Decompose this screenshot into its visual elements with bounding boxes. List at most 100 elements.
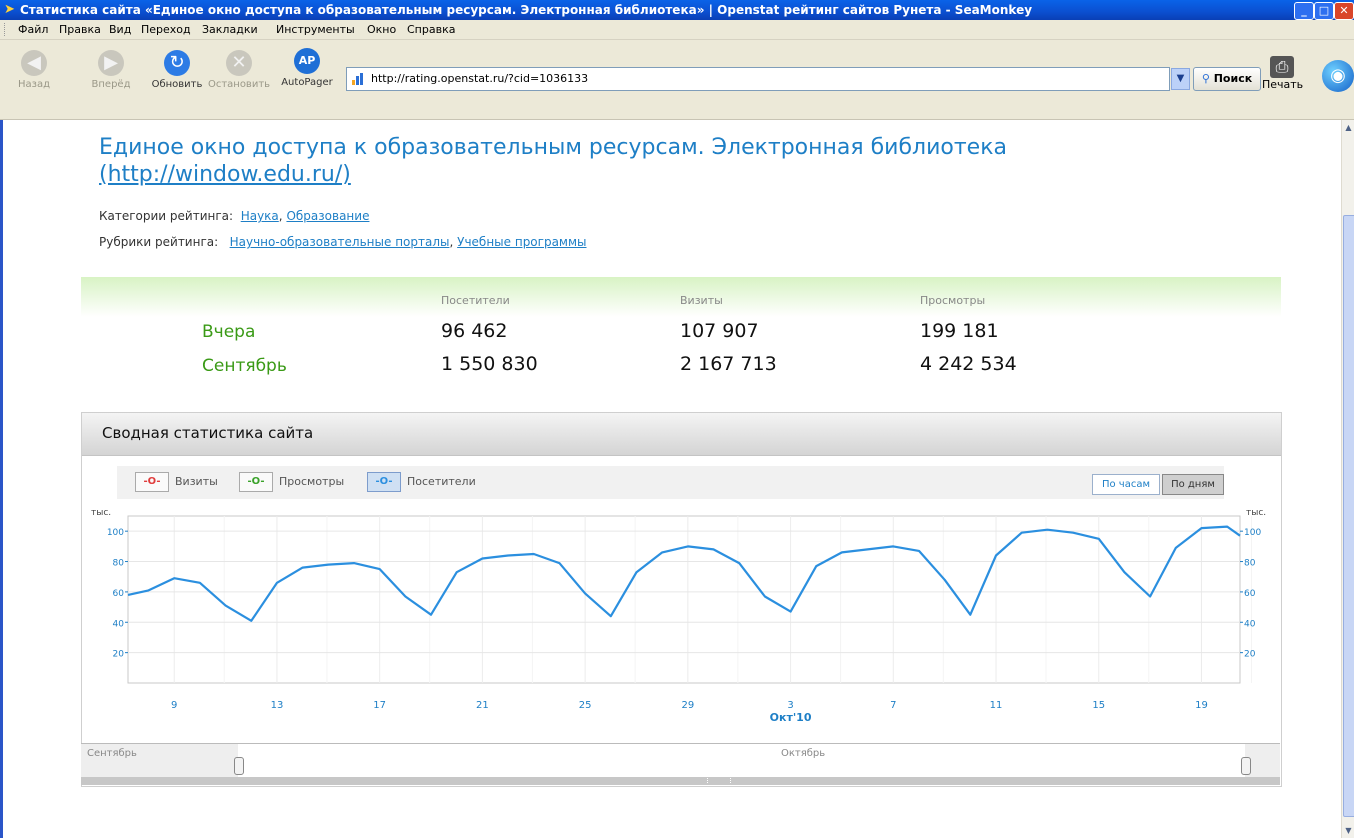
visitors-series-icon: -O- [367,472,401,492]
y-tick-label-right: 20 [1244,650,1256,660]
y-tick-label-right: 80 [1244,559,1256,569]
summary-panel-title: Сводная статистика сайта [102,424,314,442]
x-tick-label: 17 [373,700,386,711]
stats-header-visitors: Посетители [441,294,510,307]
url-bar[interactable]: http://rating.openstat.ru/?cid=1036133 [346,67,1170,91]
x-tick-label: 15 [1092,700,1105,711]
by-days-button[interactable]: По дням [1162,474,1224,495]
scrubber-left-handle[interactable] [234,757,244,775]
seamonkey-icon: ➤ [4,2,15,17]
date-range-scrubber: Сентябрь Октябрь [81,743,1280,785]
y-tick-label-left: 20 [113,650,125,660]
search-button[interactable]: ⚲ Поиск [1193,67,1261,91]
y-unit-label-right: тыс. [1246,508,1266,518]
stats-yesterday-visitors: 96 462 [441,320,508,342]
legend-visitors[interactable]: -O- Посетители [367,472,476,492]
scrubber-month-october: Октябрь [781,748,826,759]
x-tick-label: 25 [579,700,592,711]
rubric-link-portals[interactable]: Научно-образовательные порталы [230,235,450,249]
close-button[interactable]: ✕ [1334,2,1354,20]
maximize-button[interactable]: □ [1314,2,1334,20]
stats-yesterday-views: 199 181 [920,320,999,342]
y-tick-label-left: 100 [107,528,124,538]
menu-window[interactable]: Окно [367,20,396,39]
autopager-icon: AP [294,48,320,74]
url-text: http://rating.openstat.ru/?cid=1036133 [371,72,589,85]
rating-rubrics: Рубрики рейтинга: Научно-образовательные… [99,235,587,249]
y-tick-label-left: 80 [113,559,125,569]
y-tick-label-right: 60 [1244,589,1256,599]
legend-visits[interactable]: -O- Визиты [135,472,218,492]
x-tick-label: 3 [787,700,793,711]
site-favicon [352,73,366,85]
x-tick-label: 7 [890,700,896,711]
stats-september-visitors: 1 550 830 [441,353,538,375]
menu-view[interactable]: Вид [109,20,131,39]
page-content: Единое окно доступа к образовательным ре… [3,120,1341,838]
visits-series-icon: -O- [135,472,169,492]
scrubber-scrollbar[interactable] [81,777,1280,785]
category-link-education[interactable]: Образование [286,209,369,223]
back-arrow-icon: ◀ [21,50,47,76]
window-title: Статистика сайта «Единое окно доступа к … [20,3,1033,17]
reload-icon: ↻ [164,50,190,76]
menu-help[interactable]: Справка [407,20,455,39]
stop-button[interactable]: ✕ Остановить [206,50,272,90]
scroll-down-icon[interactable]: ▼ [1343,825,1354,836]
page-scrollbar[interactable]: ▲ ▼ [1341,120,1354,838]
scrubber-selection[interactable] [238,743,1245,777]
plot-area [127,515,1241,684]
menu-edit[interactable]: Правка [59,20,101,39]
x-tick-label: 21 [476,700,489,711]
print-button[interactable]: ⎙ Печать [1262,56,1303,96]
stats-label-yesterday: Вчера [202,322,256,342]
y-tick-label-right: 100 [1244,528,1261,538]
y-tick-label-left: 60 [113,589,125,599]
url-dropdown-button[interactable]: ▼ [1171,68,1190,90]
menu-file[interactable]: Файл [18,20,48,39]
back-button[interactable]: ◀ Назад [10,50,58,90]
stats-header-visits: Визиты [680,294,723,307]
stats-september-visits: 2 167 713 [680,353,777,375]
rating-categories: Категории рейтинга: Наука, Образование [99,209,370,223]
menu-bookmarks[interactable]: Закладки [202,20,258,39]
x-tick-label: 29 [681,700,694,711]
autopager-button[interactable]: AP AutoPager [278,48,336,88]
menu-go[interactable]: Переход [141,20,191,39]
stats-yesterday-visits: 107 907 [680,320,759,342]
by-hours-button[interactable]: По часам [1092,474,1160,495]
stop-icon: ✕ [226,50,252,76]
minimize-button[interactable]: _ [1294,2,1314,20]
scroll-thumb[interactable] [1343,215,1354,817]
y-tick-label-right: 40 [1244,619,1256,629]
legend-views[interactable]: -O- Просмотры [239,472,344,492]
x-tick-label: 11 [990,700,1003,711]
stats-september-views: 4 242 534 [920,353,1017,375]
y-unit-label-left: тыс. [91,508,111,518]
forward-button[interactable]: ▶ Вперёд [82,50,140,90]
views-series-icon: -O- [239,472,273,492]
reload-button[interactable]: ↻ Обновить [148,50,206,90]
menu-tools[interactable]: Инструменты [276,20,355,39]
magnifier-icon: ⚲ [1201,72,1210,85]
visitors-line-chart: 9 13 17 21 25 29 3 7 11 15 19 20 20 40 40 60 60 80 80 100 10… [91,508,1266,724]
menu-bar: Файл Правка Вид Переход Закладки Инструм… [0,20,1354,40]
printer-icon: ⎙ [1270,56,1294,78]
menu-grip[interactable] [4,23,8,36]
throbber-icon: ◉ [1322,60,1354,92]
title-bar: ➤ Статистика сайта «Единое окно доступа … [0,0,1354,20]
forward-arrow-icon: ▶ [98,50,124,76]
scrubber-month-september: Сентябрь [87,748,137,759]
x-tick-label: 19 [1195,700,1208,711]
site-url-link[interactable]: (http://window.edu.ru/) [99,162,351,187]
rubric-link-programs[interactable]: Учебные программы [457,235,586,249]
category-link-science[interactable]: Наука [241,209,279,223]
y-tick-label-left: 40 [113,619,125,629]
scrubber-right-handle[interactable] [1241,757,1251,775]
scrubber-grip[interactable] [707,778,731,783]
stats-header-views: Просмотры [920,294,986,307]
site-title: Единое окно доступа к образовательным ре… [99,135,1007,187]
x-month-label: Окт'10 [770,711,812,724]
scroll-up-icon[interactable]: ▲ [1343,122,1354,133]
stats-label-september: Сентябрь [202,356,287,376]
